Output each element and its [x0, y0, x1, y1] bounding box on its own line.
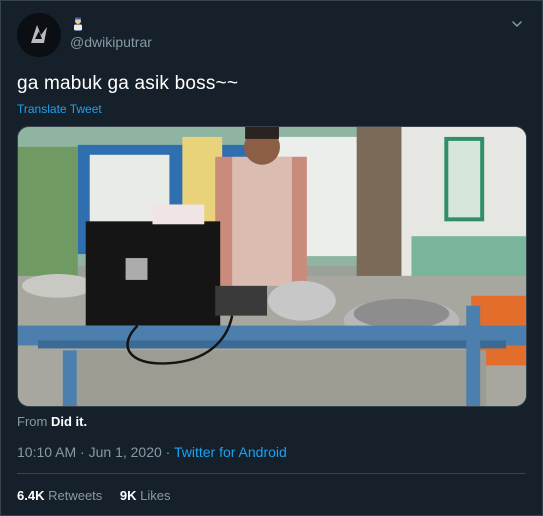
meta-separator: · [80, 444, 85, 460]
tweet-source: From Did it. [17, 414, 87, 429]
chevron-down-icon[interactable] [510, 17, 524, 31]
likes-label: Likes [140, 488, 171, 503]
source-name-link[interactable]: Did it. [51, 414, 87, 429]
user-handle[interactable]: @dwikiputrar [70, 34, 152, 50]
tweet-client-link[interactable]: Twitter for Android [174, 444, 287, 460]
tweet-stats: 6.4K Retweets 9K Likes [17, 488, 185, 503]
meta-separator-2: · [165, 444, 171, 460]
tweet-meta: 10:10 AM · Jun 1, 2020 · Twitter for And… [17, 444, 287, 460]
retweets-stat[interactable]: 6.4K Retweets [17, 488, 106, 503]
avatar[interactable] [17, 13, 61, 57]
tweet-video[interactable] [17, 126, 527, 407]
divider [17, 473, 526, 474]
retweets-label: Retweets [48, 488, 103, 503]
tweet-date[interactable]: Jun 1, 2020 [89, 444, 162, 460]
source-prefix: From [17, 414, 48, 429]
retweets-count: 6.4K [17, 488, 45, 503]
person-emoji-icon [74, 17, 82, 31]
tweet-card: @dwikiputrar ga mabuk ga asik boss~~ Tra… [0, 0, 543, 516]
tweet-time[interactable]: 10:10 AM [17, 444, 76, 460]
likes-count: 9K [119, 488, 137, 503]
tweet-header: @dwikiputrar [17, 13, 526, 63]
tweet-text: ga mabuk ga asik boss~~ [17, 73, 239, 94]
likes-stat[interactable]: 9K Likes [120, 488, 171, 503]
translate-tweet-link[interactable]: Translate Tweet [17, 102, 102, 116]
